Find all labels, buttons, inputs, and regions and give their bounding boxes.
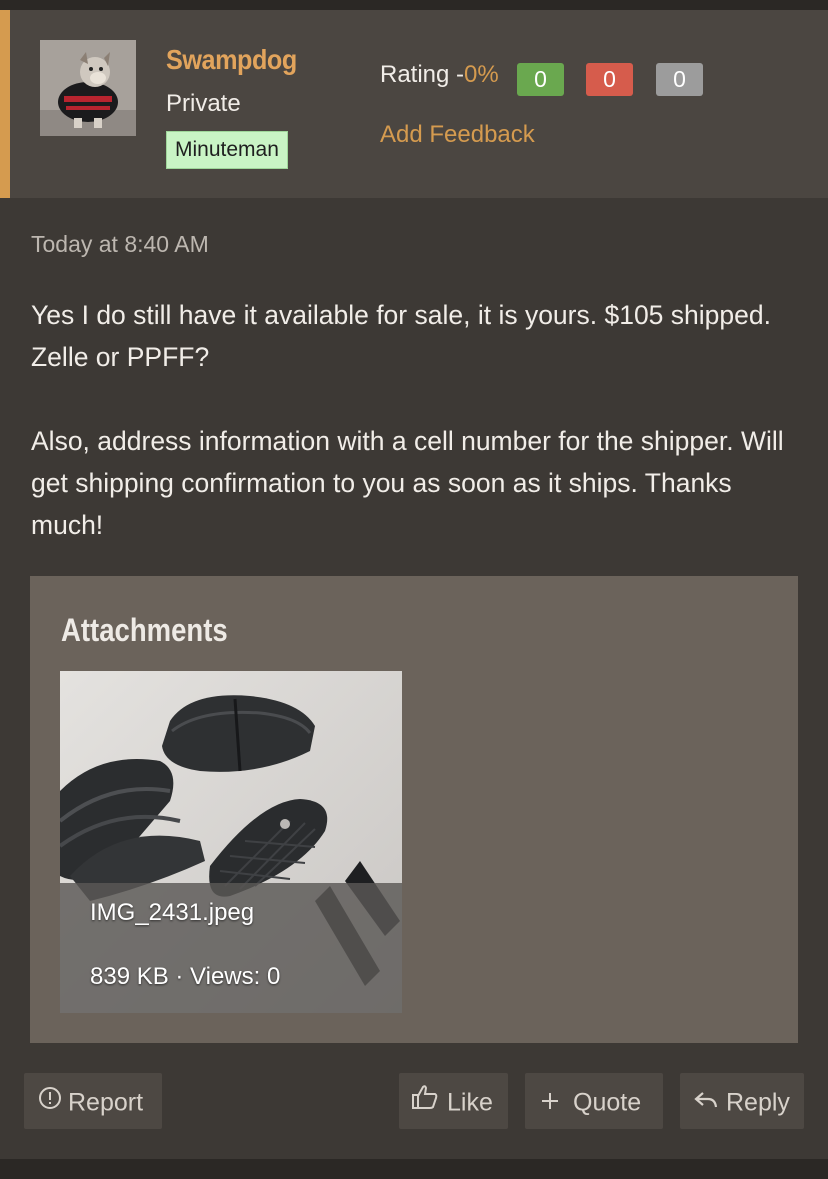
like-label: Like xyxy=(447,1088,493,1117)
attachment-file-info: 839 KB · Views: 0 xyxy=(90,963,281,990)
author-name[interactable]: Swampdog xyxy=(166,44,297,76)
bottom-divider xyxy=(0,1159,828,1179)
attachment-meta-overlay: IMG_2431.jpeg 839 KB · Views: 0 xyxy=(60,883,402,1013)
plus-icon xyxy=(541,1074,559,1130)
accent-bar xyxy=(0,10,10,198)
top-divider xyxy=(0,0,828,10)
rating-negative-count: 0 xyxy=(586,63,633,96)
attachment-thumbnail[interactable]: IMG_2431.jpeg 839 KB · Views: 0 xyxy=(60,671,402,1013)
like-button[interactable]: Like xyxy=(399,1073,508,1129)
rating-prefix: Rating - xyxy=(380,61,465,88)
rating-neutral-count: 0 xyxy=(656,63,703,96)
quote-label: Quote xyxy=(573,1088,642,1117)
post-timestamp[interactable]: Today at 8:40 AM xyxy=(31,231,209,258)
author-badge: Minuteman xyxy=(166,131,288,169)
add-feedback-link[interactable]: Add Feedback xyxy=(380,121,535,149)
avatar[interactable] xyxy=(40,40,136,136)
author-title: Private xyxy=(166,90,241,117)
reply-arrow-icon xyxy=(694,1074,718,1130)
attachment-file-name[interactable]: IMG_2431.jpeg xyxy=(90,899,254,927)
report-button[interactable]: Report xyxy=(24,1073,162,1129)
attachments-panel: Attachments IMG_2431.jpeg 839 KB · Views… xyxy=(30,576,798,1043)
thumbs-up-icon xyxy=(411,1074,439,1130)
rating-label: Rating -0% xyxy=(380,61,499,89)
rating-positive-count: 0 xyxy=(517,63,564,96)
reply-label: Reply xyxy=(726,1088,790,1117)
post-paragraph: Also, address information with a cell nu… xyxy=(31,426,784,540)
rating-percent: 0% xyxy=(464,61,499,88)
avatar-image xyxy=(40,40,136,136)
post-author-block: Swampdog Private Minuteman Rating -0% 0 … xyxy=(0,10,828,198)
quote-button[interactable]: Quote xyxy=(525,1073,663,1129)
exclamation-circle-icon xyxy=(38,1074,62,1130)
report-label: Report xyxy=(68,1088,144,1117)
attachments-title: Attachments xyxy=(61,612,228,648)
post-body: Yes I do still have it available for sal… xyxy=(31,294,791,546)
reply-button[interactable]: Reply xyxy=(680,1073,804,1129)
post-paragraph: Yes I do still have it available for sal… xyxy=(31,300,771,372)
